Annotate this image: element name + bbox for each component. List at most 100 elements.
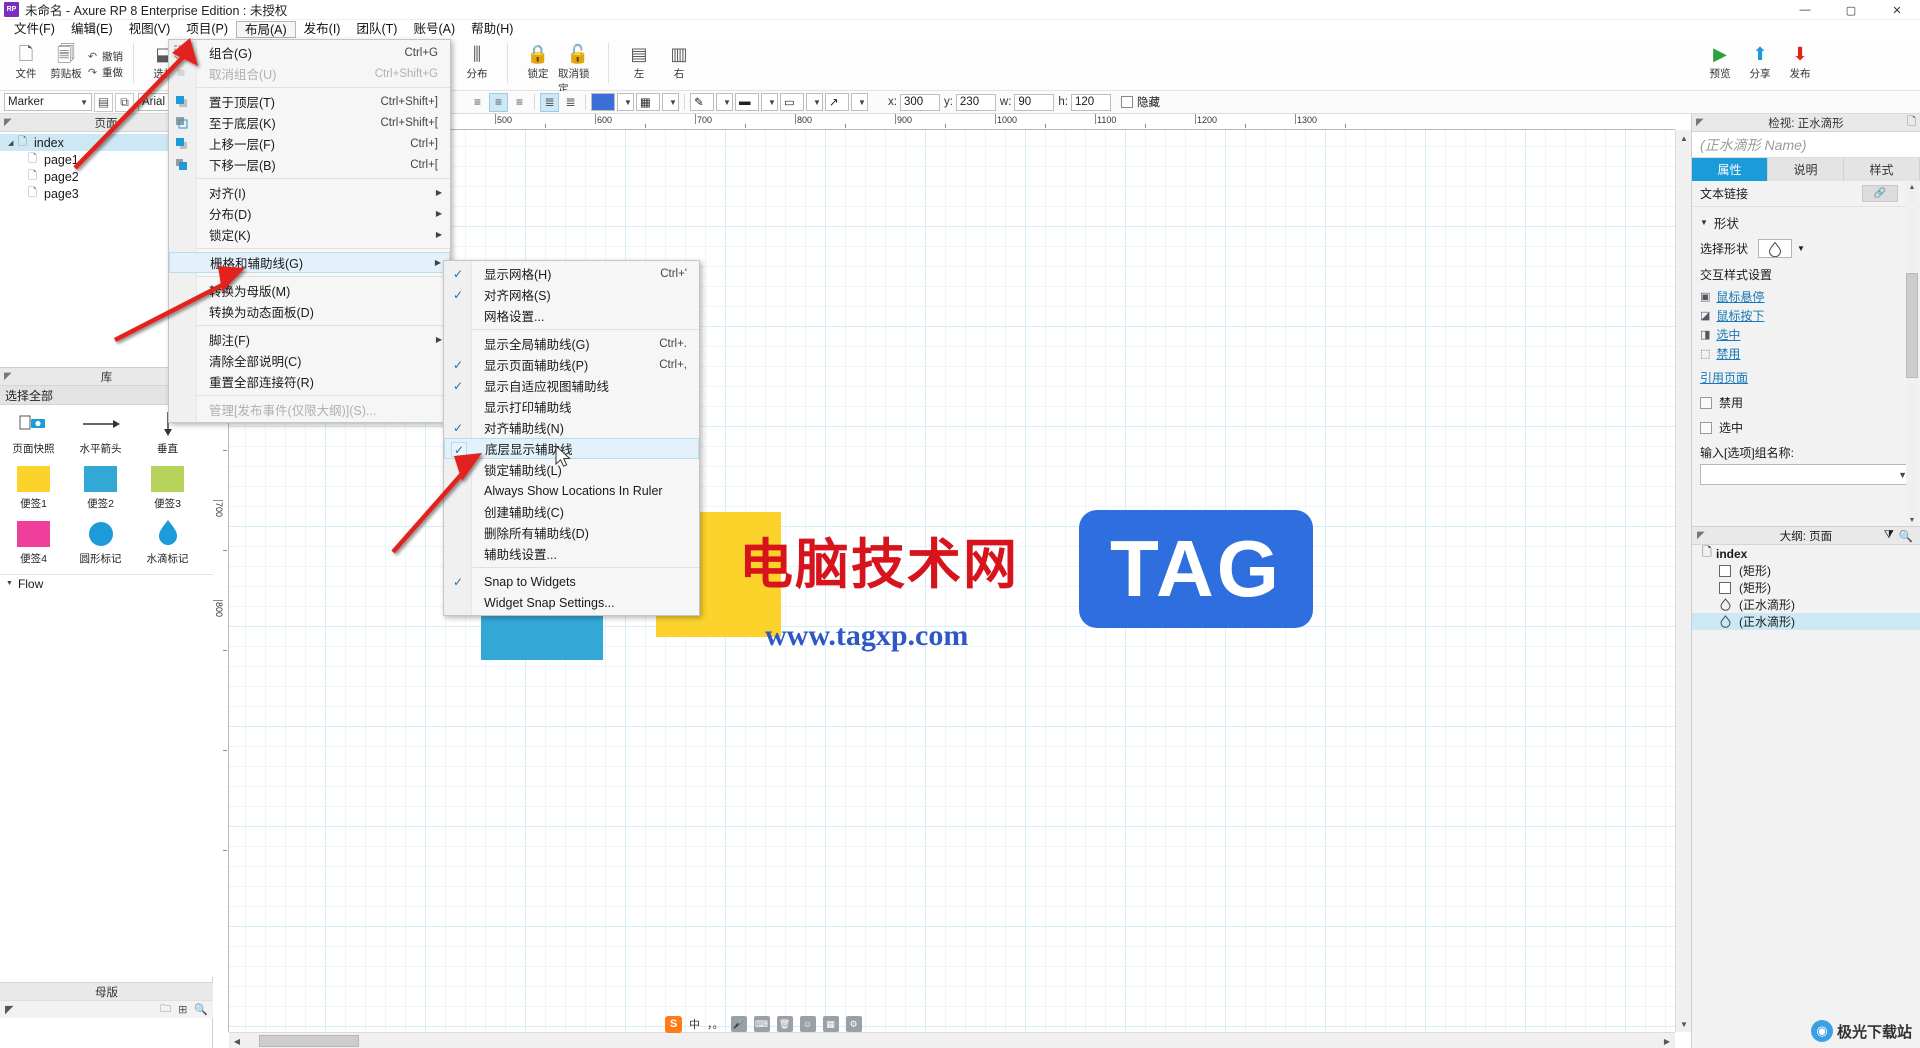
outline-item-index[interactable]: 🗋 index — [1692, 545, 1920, 562]
menu-item-reset-connectors[interactable]: 重置全部连接符(R) — [169, 371, 450, 392]
style-edit-button[interactable]: ▤ — [94, 92, 113, 112]
emoji-icon[interactable]: ☺ — [799, 1016, 816, 1032]
outline-item-rect-1[interactable]: (矩形) — [1692, 562, 1920, 579]
tab-notes[interactable]: 说明 — [1768, 158, 1844, 181]
library-item-note2[interactable]: 便签2 — [67, 464, 134, 511]
menu-item-send-to-back[interactable]: 至于底层(K) Ctrl+Shift+[ — [169, 112, 450, 133]
share-tool[interactable]: ⬆ 分享 — [1740, 41, 1780, 81]
menu-layout[interactable]: 布局(A) — [235, 21, 296, 38]
scroll-down-icon[interactable]: ▼ — [1906, 514, 1918, 526]
submenu-item-guide-settings[interactable]: 辅助线设置... — [444, 543, 699, 564]
line-color-dropdown[interactable]: ▼ — [716, 93, 733, 111]
line-style-button[interactable]: ▬ — [735, 93, 759, 111]
scroll-up-icon[interactable]: ▲ — [1676, 130, 1692, 146]
menu-file[interactable]: 文件(F) — [6, 21, 63, 38]
canvas-horizontal-scrollbar[interactable]: ◀ ▶ — [229, 1032, 1675, 1048]
move-right-tool[interactable]: ▥ 右 — [659, 41, 699, 81]
clipboard-tool[interactable]: 🗐 剪贴板 — [46, 41, 86, 81]
scroll-right-icon[interactable]: ▶ — [1659, 1033, 1675, 1048]
collapse-icon[interactable]: ◤ — [1697, 530, 1705, 541]
style-copy-button[interactable]: ⧉ — [115, 92, 134, 112]
menu-team[interactable]: 团队(T) — [348, 21, 405, 38]
expand-caret-icon[interactable]: ◢ — [8, 139, 18, 147]
masters-search-icon[interactable]: 🔍 — [194, 1003, 208, 1016]
selected-checkbox[interactable]: 选中 — [1692, 415, 1920, 440]
menu-view[interactable]: 视图(V) — [121, 21, 179, 38]
outline-item-drop-1[interactable]: (正水滴形) — [1692, 596, 1920, 613]
library-item-circle-marker[interactable]: 圆形标记 — [67, 519, 134, 566]
submenu-item-snap-to-widgets[interactable]: ✓ Snap to Widgets — [444, 571, 699, 592]
scroll-left-icon[interactable]: ◀ — [229, 1033, 245, 1048]
tab-style[interactable]: 样式 — [1844, 158, 1920, 181]
style-link-hover[interactable]: ▣ 鼠标悬停 — [1692, 287, 1920, 306]
lock-tool[interactable]: 🔒 锁定 — [518, 41, 558, 81]
link-icon[interactable]: 🔗 — [1862, 185, 1898, 202]
hidden-checkbox[interactable]: 隐藏 — [1121, 94, 1160, 110]
menu-account[interactable]: 账号(A) — [405, 21, 463, 38]
inspector-scrollbar[interactable]: ▲ ▼ — [1906, 181, 1918, 526]
x-input[interactable]: 300 — [899, 93, 940, 111]
preview-tool[interactable]: ▶ 预览 — [1700, 41, 1740, 81]
fill-pattern-dropdown[interactable]: ▼ — [662, 93, 679, 111]
sogou-logo-icon[interactable]: S — [665, 1015, 682, 1033]
microphone-icon[interactable]: 🎤 — [730, 1016, 747, 1032]
submenu-item-show-print-guides[interactable]: 显示打印辅助线 — [444, 396, 699, 417]
scroll-down-icon[interactable]: ▼ — [1676, 1016, 1692, 1032]
menu-item-bring-to-front[interactable]: 置于顶层(T) Ctrl+Shift+] — [169, 91, 450, 112]
library-item-drop-marker[interactable]: 水滴标记 — [134, 519, 201, 566]
scroll-thumb[interactable] — [259, 1035, 359, 1047]
move-left-tool[interactable]: ▤ 左 — [619, 41, 659, 81]
fill-color-button[interactable] — [591, 93, 615, 111]
arrow-style-button[interactable]: ↗ — [825, 93, 849, 111]
y-field[interactable]: y: 230 — [944, 93, 996, 111]
style-select[interactable]: Marker ▼ — [4, 93, 92, 111]
line-width-button[interactable]: ▭ — [780, 93, 804, 111]
file-tool[interactable]: 🗋 文件 — [6, 41, 46, 81]
apps-icon[interactable]: ▦ — [822, 1016, 839, 1032]
menu-item-lock[interactable]: 锁定(K) ▶ — [169, 224, 450, 245]
undo-button[interactable]: ↶ 撤销 — [86, 48, 123, 64]
valign-top-button[interactable]: ≣ — [540, 92, 559, 112]
fill-pattern-button[interactable]: ▦ — [636, 93, 660, 111]
ref-page-row[interactable]: 引用页面 — [1692, 363, 1920, 390]
arrow-style-dropdown[interactable]: ▼ — [851, 93, 868, 111]
w-input[interactable]: 90 — [1014, 93, 1055, 111]
h-field[interactable]: h: 120 — [1058, 93, 1111, 111]
ime-punct-label[interactable]: ，。 — [707, 1016, 724, 1032]
library-group-flow[interactable]: ▼ Flow — [0, 574, 213, 592]
shape-picker[interactable] — [1758, 239, 1793, 258]
masters-folder-icon[interactable]: 🗀 — [160, 1000, 171, 1019]
submenu-item-show-adaptive-guides[interactable]: ✓ 显示自适应视图辅助线 — [444, 375, 699, 396]
trash-icon[interactable]: 🗑 — [776, 1016, 793, 1032]
close-button[interactable]: ✕ — [1874, 0, 1920, 20]
inspector-page-icon[interactable]: 🗋 — [1907, 113, 1916, 132]
y-input[interactable]: 230 — [955, 93, 996, 111]
menu-item-convert-to-dynamic-panel[interactable]: 转换为动态面板(D) — [169, 301, 450, 322]
widget-name-input[interactable]: (正水滴形 Name) — [1692, 132, 1920, 158]
valign-middle-button[interactable]: ≣ — [561, 93, 580, 112]
library-item-snapshot[interactable]: 页面快照 — [0, 409, 67, 456]
style-link-down[interactable]: ◪ 鼠标按下 — [1692, 306, 1920, 325]
submenu-item-snap-to-guides[interactable]: ✓ 对齐辅助线(N) — [444, 417, 699, 438]
menu-help[interactable]: 帮助(H) — [463, 21, 521, 38]
menu-item-send-backward[interactable]: 下移一层(B) Ctrl+[ — [169, 154, 450, 175]
align-center-button[interactable]: ≡ — [489, 92, 508, 112]
search-icon[interactable]: 🔍 — [1899, 529, 1913, 543]
masters-add-icon[interactable]: ⊞ — [178, 1003, 187, 1016]
submenu-item-widget-snap-settings[interactable]: Widget Snap Settings... — [444, 592, 699, 613]
chevron-down-icon[interactable]: ▼ — [1797, 244, 1805, 253]
collapse-icon[interactable]: ◤ — [4, 371, 12, 382]
align-left-button[interactable]: ≡ — [468, 93, 487, 112]
library-item-note4[interactable]: 便签4 — [0, 519, 67, 566]
line-style-dropdown[interactable]: ▼ — [761, 93, 778, 111]
w-field[interactable]: w: 90 — [1000, 93, 1055, 111]
submenu-item-lock-guides[interactable]: 锁定辅助线(L) — [444, 459, 699, 480]
tab-properties[interactable]: 属性 — [1692, 158, 1768, 181]
collapse-icon[interactable]: ◤ — [4, 117, 12, 128]
submenu-item-guides-below[interactable]: ✓ 底层显示辅助线 — [444, 438, 699, 459]
library-item-note1[interactable]: 便签1 — [0, 464, 67, 511]
scroll-thumb[interactable] — [1906, 273, 1918, 378]
submenu-item-grid-settings[interactable]: 网格设置... — [444, 305, 699, 326]
submenu-item-show-global-guides[interactable]: 显示全局辅助线(G) Ctrl+. — [444, 333, 699, 354]
h-input[interactable]: 120 — [1071, 93, 1111, 111]
